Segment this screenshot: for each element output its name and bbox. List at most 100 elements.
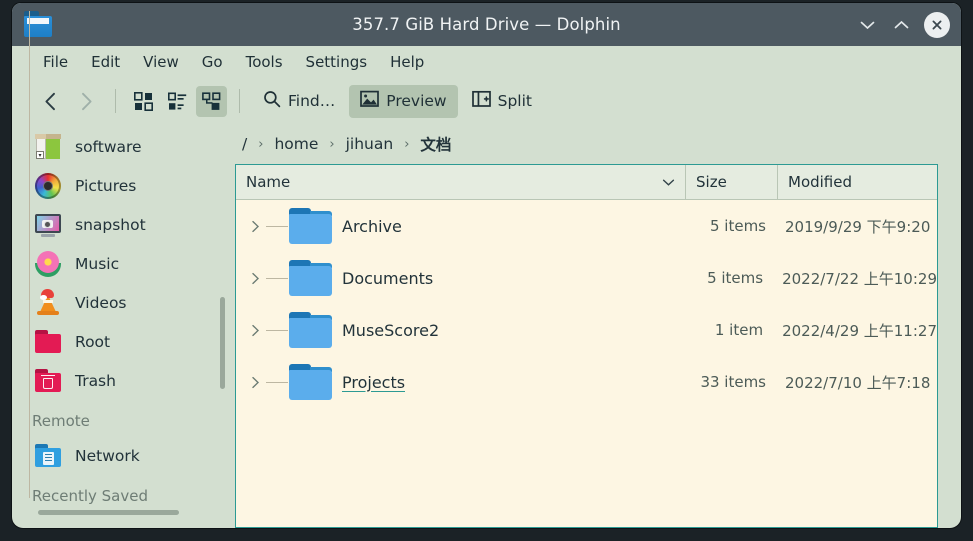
table-row[interactable]: Documents 5 items 2022/7/22 上午10:29 xyxy=(236,252,937,304)
color-wheel-icon xyxy=(34,172,62,200)
menu-help[interactable]: Help xyxy=(381,50,433,74)
sidebar-section-remote: Remote xyxy=(32,412,90,430)
column-headers: Name Size Modified xyxy=(236,165,937,200)
column-header-size[interactable]: Size xyxy=(685,165,777,199)
sidebar-label-videos: Videos xyxy=(75,293,127,312)
maximize-button[interactable] xyxy=(890,14,912,36)
file-modified: 2022/7/22 上午10:29 xyxy=(782,269,937,288)
split-button[interactable]: Split xyxy=(461,85,543,118)
sidebar-label-trash: Trash xyxy=(75,371,116,390)
window-title: 357.7 GiB Hard Drive — Dolphin xyxy=(352,15,621,34)
file-size: 1 item xyxy=(714,321,764,339)
menu-file[interactable]: File xyxy=(34,50,77,74)
details-view-button[interactable] xyxy=(196,85,227,117)
menu-edit[interactable]: Edit xyxy=(82,50,129,74)
places-sidebar: ▾ software Pictures snapshot Music Video… xyxy=(12,124,226,528)
close-button[interactable] xyxy=(924,11,950,38)
toolbar-separator-2 xyxy=(239,89,240,113)
image-icon xyxy=(360,90,380,112)
find-button[interactable]: Find… xyxy=(252,85,346,118)
menu-bar: File Edit View Go Tools Settings Help xyxy=(12,46,961,78)
menu-tools[interactable]: Tools xyxy=(237,50,292,74)
expand-chevron-right-icon[interactable] xyxy=(244,272,266,285)
breadcrumb-jihuan[interactable]: jihuan xyxy=(344,134,396,154)
network-folder-icon xyxy=(34,442,62,470)
window-controls xyxy=(856,3,950,46)
sidebar-item-software[interactable]: ▾ software xyxy=(12,127,226,166)
breadcrumb-separator-icon: › xyxy=(404,136,410,152)
sidebar-item-snapshot[interactable]: snapshot xyxy=(12,205,226,244)
flower-icon xyxy=(34,250,62,278)
expand-chevron-right-icon[interactable] xyxy=(244,220,266,233)
table-row[interactable]: Projects 33 items 2022/7/10 上午7:18 xyxy=(236,356,937,408)
folder-icon xyxy=(288,311,332,349)
table-row[interactable]: MuseScore2 1 item 2022/4/29 上午11:27 xyxy=(236,304,937,356)
file-size: 5 items xyxy=(707,269,764,287)
dolphin-window: 357.7 GiB Hard Drive — Dolphin File Edit… xyxy=(12,3,961,528)
sidebar-item-pictures[interactable]: Pictures xyxy=(12,166,226,205)
file-list-pane: Name Size Modified Archive 5 items 2019/… xyxy=(29,11,938,528)
compact-view-button[interactable] xyxy=(162,86,193,117)
preview-label: Preview xyxy=(386,92,447,110)
toolbar-separator-1 xyxy=(115,89,116,113)
sidebar-item-trash[interactable]: Trash xyxy=(12,361,226,400)
menu-settings[interactable]: Settings xyxy=(297,50,377,74)
sidebar-item-network[interactable]: Network xyxy=(12,436,226,475)
split-label: Split xyxy=(497,92,532,110)
row-name-cell: Archive xyxy=(236,207,685,245)
breadcrumb-separator-icon: › xyxy=(329,136,335,152)
search-icon xyxy=(263,90,281,112)
column-label-modified: Modified xyxy=(788,173,853,191)
column-label-name: Name xyxy=(246,173,291,191)
breadcrumb-root[interactable]: / xyxy=(240,134,249,154)
expand-chevron-right-icon[interactable] xyxy=(244,376,266,389)
back-button[interactable] xyxy=(34,85,67,117)
file-rows: Archive 5 items 2019/9/29 下午9:20 Documen… xyxy=(29,11,937,527)
sort-chevron-down-icon[interactable] xyxy=(662,173,675,191)
column-header-modified[interactable]: Modified xyxy=(777,165,937,199)
package-icon: ▾ xyxy=(34,133,62,161)
main-panel: / › home › jihuan › 文档 Name Size Modifie… xyxy=(29,11,961,528)
breadcrumb-home[interactable]: home xyxy=(272,134,320,154)
file-modified: 2022/4/29 上午11:27 xyxy=(782,321,937,340)
sidebar-label-pictures: Pictures xyxy=(75,176,137,195)
title-bar[interactable]: 357.7 GiB Hard Drive — Dolphin xyxy=(12,3,961,46)
preview-button[interactable]: Preview xyxy=(349,84,458,118)
row-name-cell: Documents xyxy=(236,259,682,297)
table-row[interactable]: Archive 5 items 2019/9/29 下午9:20 xyxy=(236,200,937,252)
icons-view-button[interactable] xyxy=(128,86,159,117)
menu-view[interactable]: View xyxy=(134,50,188,74)
file-name[interactable]: Projects xyxy=(342,373,405,392)
column-header-name[interactable]: Name xyxy=(236,165,685,199)
folder-icon xyxy=(288,259,332,297)
tree-branch-line xyxy=(266,277,288,279)
sidebar-label-root: Root xyxy=(75,332,111,351)
column-label-size: Size xyxy=(696,173,727,191)
sidebar-vertical-scrollbar[interactable] xyxy=(220,297,225,389)
expand-chevron-right-icon[interactable] xyxy=(244,324,266,337)
folder-icon xyxy=(288,363,332,401)
breadcrumb[interactable]: / › home › jihuan › 文档 xyxy=(235,124,938,164)
sidebar-item-videos[interactable]: Videos xyxy=(12,283,226,322)
window-body: ▾ software Pictures snapshot Music Video… xyxy=(12,11,961,528)
file-name[interactable]: Archive xyxy=(342,217,402,236)
minimize-button[interactable] xyxy=(856,14,878,36)
menu-go[interactable]: Go xyxy=(193,50,232,74)
sidebar-section-recently-saved: Recently Saved xyxy=(32,487,148,505)
sidebar-item-music[interactable]: Music xyxy=(12,244,226,283)
monitor-camera-icon xyxy=(34,211,62,239)
vlc-cone-icon xyxy=(34,288,62,317)
forward-button[interactable] xyxy=(70,85,103,117)
file-name[interactable]: Documents xyxy=(342,269,433,288)
file-modified: 2022/7/10 上午7:18 xyxy=(785,373,931,392)
breadcrumb-current[interactable]: 文档 xyxy=(418,132,453,156)
sidebar-label-snapshot: snapshot xyxy=(75,215,146,234)
file-modified: 2019/9/29 下午9:20 xyxy=(785,217,931,236)
file-name[interactable]: MuseScore2 xyxy=(342,321,439,340)
pink-folder-icon xyxy=(34,328,62,356)
sidebar-item-root[interactable]: Root xyxy=(12,322,226,361)
sidebar-horizontal-scrollbar[interactable] xyxy=(38,510,179,515)
sidebar-label-software: software xyxy=(75,137,142,156)
tree-branch-line xyxy=(266,329,288,331)
sidebar-label-music: Music xyxy=(75,254,120,273)
